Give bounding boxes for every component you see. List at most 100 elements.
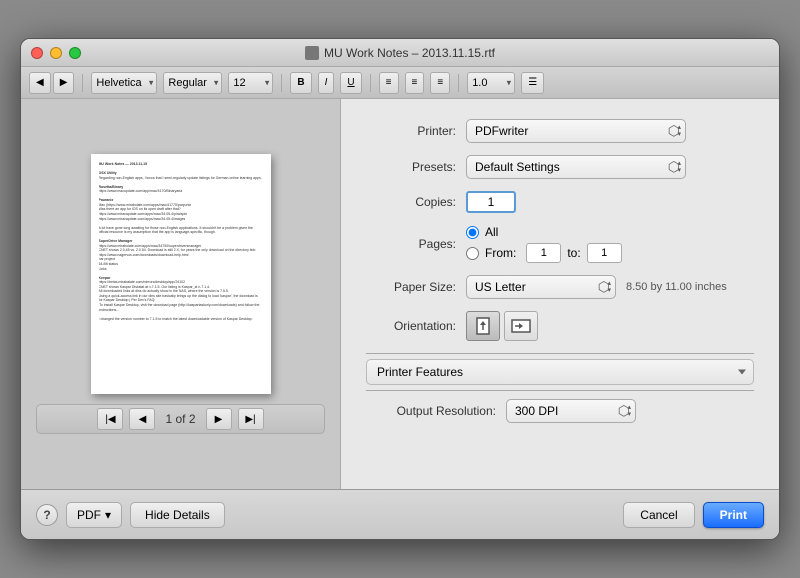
toolbar-separator-4 — [458, 74, 459, 92]
font-family-select[interactable]: Helvetica — [91, 72, 157, 94]
paper-size-control: US Letter ▴ ▾ 8.50 by 11.00 inches — [466, 275, 754, 299]
printer-select-wrapper[interactable]: PDFwriter ▴ ▾ — [466, 119, 686, 143]
output-resolution-row: Output Resolution: 300 DPI ▴ ▾ — [366, 399, 754, 423]
presets-row: Presets: Default Settings ▴ ▾ — [366, 155, 754, 179]
copies-row: Copies: — [366, 191, 754, 213]
output-resolution-select[interactable]: 300 DPI — [506, 399, 636, 423]
all-pages-radio[interactable] — [466, 226, 479, 239]
presets-control: Default Settings ▴ ▾ — [466, 155, 754, 179]
portrait-button[interactable] — [466, 311, 500, 341]
page-info: 1 of 2 — [165, 412, 195, 426]
output-resolution-select-wrapper[interactable]: 300 DPI ▴ ▾ — [506, 399, 636, 423]
align-left-button[interactable]: ≡ — [379, 72, 399, 94]
orientation-options — [466, 311, 538, 341]
print-dialog: MU Work Notes – 2013.11.15.rtf ◀ ▶ Helve… — [20, 38, 780, 540]
title-bar: MU Work Notes – 2013.11.15.rtf — [21, 39, 779, 67]
preview-content: MU Work Notes — 2013.11.15 OSX Utility R… — [99, 162, 263, 386]
presets-label: Presets: — [366, 160, 456, 174]
bold-button[interactable]: B — [290, 72, 311, 94]
page-range: to: — [526, 243, 621, 263]
presets-select[interactable]: Default Settings — [466, 155, 686, 179]
pages-control: All From: to: — [466, 225, 754, 263]
list-button[interactable]: ☰ — [521, 72, 544, 94]
printer-row: Printer: PDFwriter ▴ ▾ — [366, 119, 754, 143]
paper-size-select[interactable]: US Letter — [466, 275, 616, 299]
landscape-button[interactable] — [504, 311, 538, 341]
presets-select-wrapper[interactable]: Default Settings ▴ ▾ — [466, 155, 686, 179]
orientation-control — [466, 311, 754, 341]
print-button[interactable]: Print — [703, 502, 764, 528]
paper-size-label: Paper Size: — [366, 280, 456, 294]
italic-button[interactable]: I — [318, 72, 335, 94]
hide-details-button[interactable]: Hide Details — [130, 502, 225, 528]
page-preview: MU Work Notes — 2013.11.15 OSX Utility R… — [91, 154, 271, 394]
nav-group: ◀ ▶ — [29, 72, 74, 94]
pdf-button[interactable]: PDF ▾ — [66, 502, 122, 528]
bottom-bar: ? PDF ▾ Hide Details Cancel Print — [21, 489, 779, 539]
printer-label: Printer: — [366, 124, 456, 138]
all-pages-label: All — [485, 225, 498, 239]
range-pages-row: From: to: — [466, 243, 622, 263]
output-resolution-control: 300 DPI ▴ ▾ — [506, 399, 754, 423]
font-style-wrapper[interactable]: Regular — [163, 72, 222, 94]
from-page-input[interactable] — [526, 243, 561, 263]
output-resolution-label: Output Resolution: — [366, 404, 496, 418]
to-label: to: — [567, 246, 580, 260]
section-select-wrapper[interactable]: Printer Features — [366, 359, 754, 385]
line-spacing-select[interactable]: 1.0 — [467, 72, 515, 94]
next-page-button[interactable]: ▶ — [206, 408, 232, 430]
copies-input[interactable] — [466, 191, 516, 213]
align-center-button[interactable]: ≡ — [405, 72, 425, 94]
close-button[interactable] — [31, 47, 43, 59]
nav-next-button[interactable]: ▶ — [53, 72, 75, 94]
toolbar: ◀ ▶ Helvetica Regular 12 B I U ≡ ≡ ≡ — [21, 67, 779, 99]
toolbar-separator-2 — [281, 74, 282, 92]
document-icon — [305, 46, 319, 60]
paper-size-select-wrapper[interactable]: US Letter ▴ ▾ — [466, 275, 616, 299]
pages-radio-group: All From: to: — [466, 225, 622, 263]
printer-control: PDFwriter ▴ ▾ — [466, 119, 754, 143]
range-pages-radio[interactable] — [466, 247, 479, 260]
font-size-select[interactable]: 12 — [228, 72, 273, 94]
all-pages-row: All — [466, 225, 622, 239]
orientation-label: Orientation: — [366, 319, 456, 333]
pdf-label: PDF — [77, 508, 101, 522]
main-content: MU Work Notes — 2013.11.15 OSX Utility R… — [21, 99, 779, 489]
toolbar-separator-1 — [82, 74, 83, 92]
section-separator: Printer Features — [366, 353, 754, 391]
pagination-bar: |◀ ◀ 1 of 2 ▶ ▶| — [36, 404, 325, 434]
align-right-button[interactable]: ≡ — [430, 72, 450, 94]
section-select[interactable]: Printer Features — [366, 359, 754, 385]
line-spacing-wrapper[interactable]: 1.0 — [467, 72, 515, 94]
traffic-lights — [31, 47, 81, 59]
to-page-input[interactable] — [587, 243, 622, 263]
minimize-button[interactable] — [50, 47, 62, 59]
prev-page-button[interactable]: ◀ — [129, 408, 155, 430]
last-page-button[interactable]: ▶| — [238, 408, 264, 430]
paper-size-row: Paper Size: US Letter ▴ ▾ 8.50 by 11.00 … — [366, 275, 754, 299]
window-title: MU Work Notes – 2013.11.15.rtf — [305, 46, 495, 60]
cancel-button[interactable]: Cancel — [623, 502, 694, 528]
portrait-icon — [476, 317, 490, 335]
landscape-icon — [511, 319, 531, 333]
pdf-arrow: ▾ — [105, 508, 111, 522]
paper-size-info: 8.50 by 11.00 inches — [626, 281, 727, 293]
copies-control — [466, 191, 754, 213]
underline-button[interactable]: U — [340, 72, 361, 94]
font-family-wrapper[interactable]: Helvetica — [91, 72, 157, 94]
nav-prev-button[interactable]: ◀ — [29, 72, 51, 94]
printer-select[interactable]: PDFwriter — [466, 119, 686, 143]
maximize-button[interactable] — [69, 47, 81, 59]
font-style-select[interactable]: Regular — [163, 72, 222, 94]
settings-area: Printer: PDFwriter ▴ ▾ Presets: — [341, 99, 779, 489]
pages-label: Pages: — [366, 237, 456, 251]
first-page-button[interactable]: |◀ — [97, 408, 123, 430]
font-size-wrapper[interactable]: 12 — [228, 72, 273, 94]
preview-area: MU Work Notes — 2013.11.15 OSX Utility R… — [21, 99, 341, 489]
orientation-row: Orientation: — [366, 311, 754, 341]
from-label: From: — [485, 246, 516, 260]
pages-row: Pages: All From: to: — [366, 225, 754, 263]
help-button[interactable]: ? — [36, 504, 58, 526]
toolbar-separator-3 — [370, 74, 371, 92]
copies-label: Copies: — [366, 195, 456, 209]
